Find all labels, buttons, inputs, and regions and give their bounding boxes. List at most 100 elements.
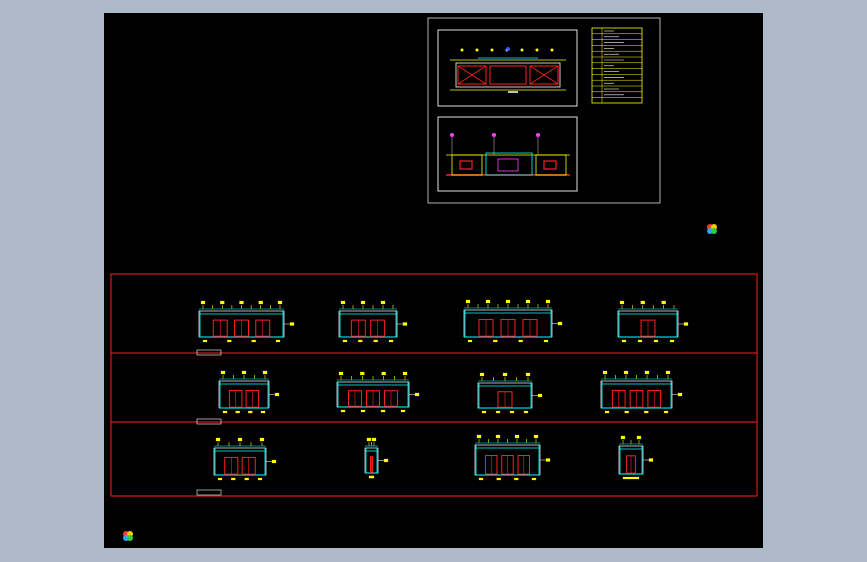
elevation-dimension-text — [622, 476, 628, 480]
elevation-dimension-text — [525, 372, 531, 377]
plan-room — [535, 154, 567, 176]
elevation-dimension-text — [665, 370, 671, 375]
elevation-dimension-text — [360, 409, 366, 413]
elevation-note — [683, 322, 689, 326]
elevation-dimension-text — [371, 437, 377, 442]
pinwheel-logo-icon — [122, 530, 134, 542]
elevation-dimension-text — [523, 410, 529, 414]
elevation-dimension-text — [244, 477, 249, 481]
elevation-dimension-text — [525, 299, 531, 304]
plan-feature — [459, 160, 473, 170]
elevation-dimension-text — [277, 300, 283, 305]
elevation-dimension-text — [402, 371, 408, 376]
elevation-dimension-text — [227, 339, 232, 343]
elevation-dimension-text — [496, 477, 501, 481]
elevation-dimension-text — [531, 477, 537, 481]
elevation-dimension-text — [257, 477, 263, 481]
elevation-note — [383, 458, 389, 463]
elevation-dimension-text — [637, 339, 643, 343]
elevation-dimension-text — [360, 300, 366, 305]
plan-grid-bubble — [475, 48, 479, 52]
elevation-dimension-text — [231, 477, 236, 481]
elevation-dimension-text — [239, 300, 244, 305]
pinwheel-logo-icon — [706, 223, 718, 235]
elevation-dimension-text — [380, 300, 386, 305]
plan-room — [451, 154, 483, 176]
elevation-dimension-text — [381, 371, 386, 376]
elevation-dimension-text — [624, 410, 629, 414]
elevation-dimension-text — [493, 339, 498, 343]
elevation-dimension-text — [358, 339, 363, 343]
elevation-dimension-text — [634, 476, 640, 480]
elevation-dimension-text — [217, 477, 223, 481]
elevation-dimension-text — [602, 370, 608, 375]
elevation-dimension-text — [619, 300, 625, 305]
plan-grid-bubble — [550, 48, 554, 52]
elevation-dimension-text — [514, 477, 519, 481]
elevation-dimension-text — [485, 299, 491, 304]
elevation-dimension-text — [222, 410, 228, 414]
plan-feature — [497, 158, 519, 172]
plan-grid-bubble — [490, 48, 494, 52]
elevation-dimension-text — [215, 437, 221, 442]
elevation-dimension-text — [360, 371, 365, 376]
elevation-note — [402, 322, 408, 326]
cad-drawing — [110, 17, 758, 497]
elevation-dimension-text — [630, 476, 636, 480]
elevation-dimension-text — [663, 410, 669, 414]
elevation-dimension-text — [621, 339, 627, 343]
elevation-dimension-text — [380, 409, 386, 413]
elevation-dimension-text — [653, 339, 659, 343]
elevation-dimension-text — [340, 300, 346, 305]
elevation-note — [537, 393, 543, 398]
elevation-dimension-text — [604, 410, 610, 414]
elevation-dimension-text — [465, 299, 471, 304]
elevation-dimension-text — [518, 339, 523, 343]
elevation-dimension-text — [481, 410, 487, 414]
elevation-dimension-text — [237, 437, 243, 442]
elevation-dimension-text — [366, 437, 372, 442]
elevation-dimension-text — [495, 434, 501, 439]
elevation-note — [274, 392, 280, 397]
elevation-note — [289, 322, 295, 326]
elevation-dimension-text — [623, 370, 629, 375]
elevation-note — [677, 392, 683, 397]
elevation-dimension-text — [479, 372, 485, 377]
elevation-dimension-text — [251, 339, 256, 343]
elevation-dimension-text — [248, 410, 253, 414]
plan-room — [485, 152, 533, 176]
elevation-dimension-text — [202, 339, 208, 343]
elevation-dimension-text — [220, 370, 226, 375]
elevation-dimension-text — [476, 434, 482, 439]
elevation-dimension-text — [260, 410, 266, 414]
plan-grid-bubble — [506, 47, 510, 51]
plan-room — [489, 65, 527, 85]
elevation-note — [271, 459, 277, 464]
elevation-dimension-text — [636, 435, 642, 440]
elevation-dimension-text — [514, 434, 520, 439]
cad-drawing-canvas[interactable] — [104, 13, 763, 548]
elevation-dimension-text — [509, 410, 515, 414]
elevation-dimension-text — [620, 435, 626, 440]
plan-grid-bubble — [536, 133, 540, 137]
elevation-dimension-text — [626, 476, 632, 480]
elevation-dimension-text — [220, 300, 225, 305]
elevation-dimension-text — [505, 299, 511, 304]
brand-logo-top — [706, 223, 718, 235]
elevation-dimension-text — [259, 437, 265, 442]
floor-plan-panel-1 — [437, 29, 578, 107]
elevation-dimension-text — [669, 339, 675, 343]
elevation-frame — [110, 273, 758, 497]
elevation-dimension-text — [262, 370, 268, 375]
plan-grid-bubble — [450, 133, 454, 137]
elevation-dimension-text — [338, 371, 344, 376]
elevation-outline — [218, 380, 270, 409]
elevation-outline — [213, 447, 267, 476]
elevation-note — [648, 458, 654, 462]
brand-logo-bottom — [122, 530, 134, 542]
elevation-dimension-text — [342, 339, 348, 343]
elevation-dimension-text — [478, 477, 484, 481]
elevation-outline — [338, 310, 398, 338]
elevation-note — [414, 392, 420, 397]
elevation-dimension-text — [640, 300, 645, 305]
